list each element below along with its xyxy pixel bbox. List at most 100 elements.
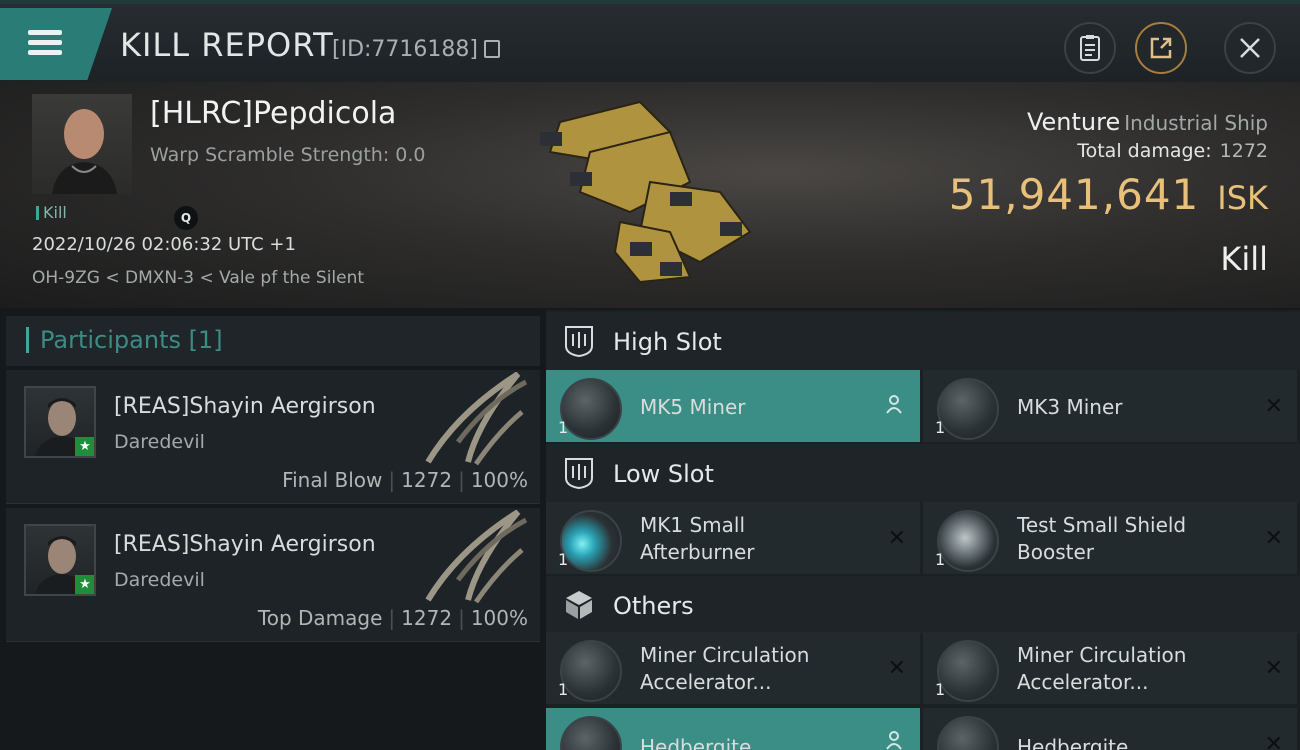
close-icon — [1240, 38, 1260, 58]
close-button[interactable] — [1224, 22, 1276, 74]
kill-location[interactable]: OH-9ZG < DMXN-3 < Vale pf the Silent — [32, 268, 364, 288]
module-icon — [937, 716, 999, 750]
module-item[interactable]: Hedbergite — [546, 708, 920, 750]
module-name-line2: Accelerator... — [1017, 670, 1149, 694]
participant-percent: 100% — [470, 606, 528, 630]
total-damage-label: Total damage: — [1077, 140, 1212, 162]
participant-percent: 100% — [470, 468, 528, 492]
isk-unit: ISK — [1217, 179, 1268, 217]
low-slot-header: Low Slot — [546, 444, 1300, 502]
low-slot-icon — [565, 458, 593, 490]
share-button[interactable] — [1135, 22, 1187, 74]
copy-icon[interactable] — [484, 40, 500, 58]
participants-header[interactable]: Participants [1] — [6, 316, 540, 366]
low-slot-label: Low Slot — [613, 460, 714, 488]
menu-button[interactable] — [0, 8, 112, 80]
module-item[interactable]: 1 Miner Circulation Accelerator... ✕ — [546, 632, 920, 704]
participant-stats: Final Blow | 1272 | 100% — [282, 468, 528, 492]
title-bar: KILL REPORT [ID:7716188] — [0, 0, 1300, 82]
module-icon — [937, 640, 999, 702]
module-item[interactable]: Hedbergite ✕ — [923, 708, 1297, 750]
avatar[interactable]: ★ — [24, 524, 96, 596]
remove-icon: ✕ — [1264, 732, 1283, 750]
remove-icon: ✕ — [887, 656, 906, 681]
participant-damage: 1272 — [401, 468, 453, 492]
isk-value-row: 51,941,641 ISK — [949, 170, 1268, 219]
remove-icon: ✕ — [1264, 526, 1283, 551]
module-name: MK5 Miner — [640, 395, 746, 419]
participant-name[interactable]: [REAS]Shayin Aergirson — [114, 394, 376, 419]
participant-ship: Daredevil — [114, 569, 205, 591]
others-header: Others — [546, 576, 1300, 634]
module-item[interactable]: 1 MK5 Miner — [546, 370, 920, 442]
q-badge[interactable]: Q — [174, 206, 198, 230]
module-qty: 1 — [558, 550, 569, 569]
isk-value: 51,941,641 — [948, 170, 1200, 219]
high-slot-label: High Slot — [613, 328, 722, 356]
total-damage: Total damage: 1272 — [1077, 140, 1268, 162]
module-name: MK3 Miner — [1017, 395, 1123, 419]
module-name-line2: Afterburner — [640, 540, 755, 564]
person-icon — [886, 395, 902, 414]
module-name: Test Small Shield — [1017, 513, 1187, 537]
star-icon: ★ — [75, 575, 94, 594]
participant-row[interactable]: ★ [REAS]Shayin Aergirson Daredevil Final… — [6, 370, 540, 504]
module-name: MK1 Small — [640, 513, 745, 537]
module-qty: 1 — [558, 418, 569, 437]
module-name-line2: Booster — [1017, 540, 1094, 564]
others-label: Others — [613, 592, 694, 620]
warp-scramble-strength: Warp Scramble Strength: 0.0 — [150, 144, 426, 166]
victim-ship-image — [540, 100, 752, 284]
participants-accent — [26, 327, 29, 353]
person-icon — [886, 731, 902, 750]
module-icon — [937, 510, 999, 572]
participant-ship: Daredevil — [114, 431, 205, 453]
participants-label: Participants [1] — [40, 326, 223, 354]
module-item[interactable]: 1 MK1 Small Afterburner ✕ — [546, 502, 920, 574]
avatar[interactable]: ★ — [24, 386, 96, 458]
module-item[interactable]: 1 MK3 Miner ✕ — [923, 370, 1297, 442]
high-slot-header: High Slot — [546, 312, 1300, 370]
clipboard-button[interactable] — [1064, 22, 1116, 74]
participant-role: Final Blow — [282, 468, 383, 492]
participant-name[interactable]: [REAS]Shayin Aergirson — [114, 532, 376, 557]
kill-datetime: 2022/10/26 02:06:32 UTC +1 — [32, 234, 296, 255]
share-icon — [1150, 37, 1172, 59]
star-icon: ★ — [75, 437, 94, 456]
participant-row[interactable]: ★ [REAS]Shayin Aergirson Daredevil Top D… — [6, 508, 540, 642]
menu-icon — [28, 30, 62, 35]
module-icon — [560, 510, 622, 572]
participant-ship-image — [425, 510, 528, 604]
menu-icon-bar — [28, 40, 62, 45]
menu-icon-bar — [28, 50, 62, 55]
ship-name: Venture — [1026, 108, 1121, 136]
module-qty: 1 — [935, 418, 946, 437]
remove-icon: ✕ — [887, 526, 906, 551]
cube-icon — [566, 591, 592, 619]
report-id: [ID:7716188] — [332, 37, 478, 62]
module-icon — [560, 640, 622, 702]
ship-class: Industrial Ship — [1124, 111, 1268, 135]
clipboard-icon — [1080, 35, 1100, 61]
participant-ship-image — [425, 372, 528, 466]
participant-stats: Top Damage | 1272 | 100% — [257, 606, 528, 630]
victim-ship-name[interactable]: Venture Industrial Ship — [1027, 108, 1268, 136]
participant-role: Top Damage — [257, 606, 383, 630]
remove-icon: ✕ — [1264, 394, 1283, 419]
page-title: KILL REPORT — [120, 26, 334, 64]
victim-name[interactable]: [HLRC]Pepdicola — [150, 96, 396, 131]
module-name-line2: Accelerator... — [640, 670, 772, 694]
module-name: Miner Circulation — [640, 643, 810, 667]
module-name: Hedbergite — [1017, 735, 1129, 750]
kill-tag: Kill — [36, 205, 67, 221]
high-slot-icon — [565, 326, 593, 358]
module-item[interactable]: 1 Miner Circulation Accelerator... ✕ — [923, 632, 1297, 704]
module-icon — [560, 378, 622, 440]
victim-avatar — [52, 109, 117, 194]
victim-portrait[interactable] — [32, 94, 132, 194]
module-qty: 1 — [935, 680, 946, 699]
fitting-panel: High Slot 1 MK5 Miner 1 MK3 Miner ✕ Low … — [546, 310, 1300, 750]
module-item[interactable]: 1 Test Small Shield Booster ✕ — [923, 502, 1297, 574]
module-qty: 1 — [935, 550, 946, 569]
module-icon — [560, 716, 622, 750]
